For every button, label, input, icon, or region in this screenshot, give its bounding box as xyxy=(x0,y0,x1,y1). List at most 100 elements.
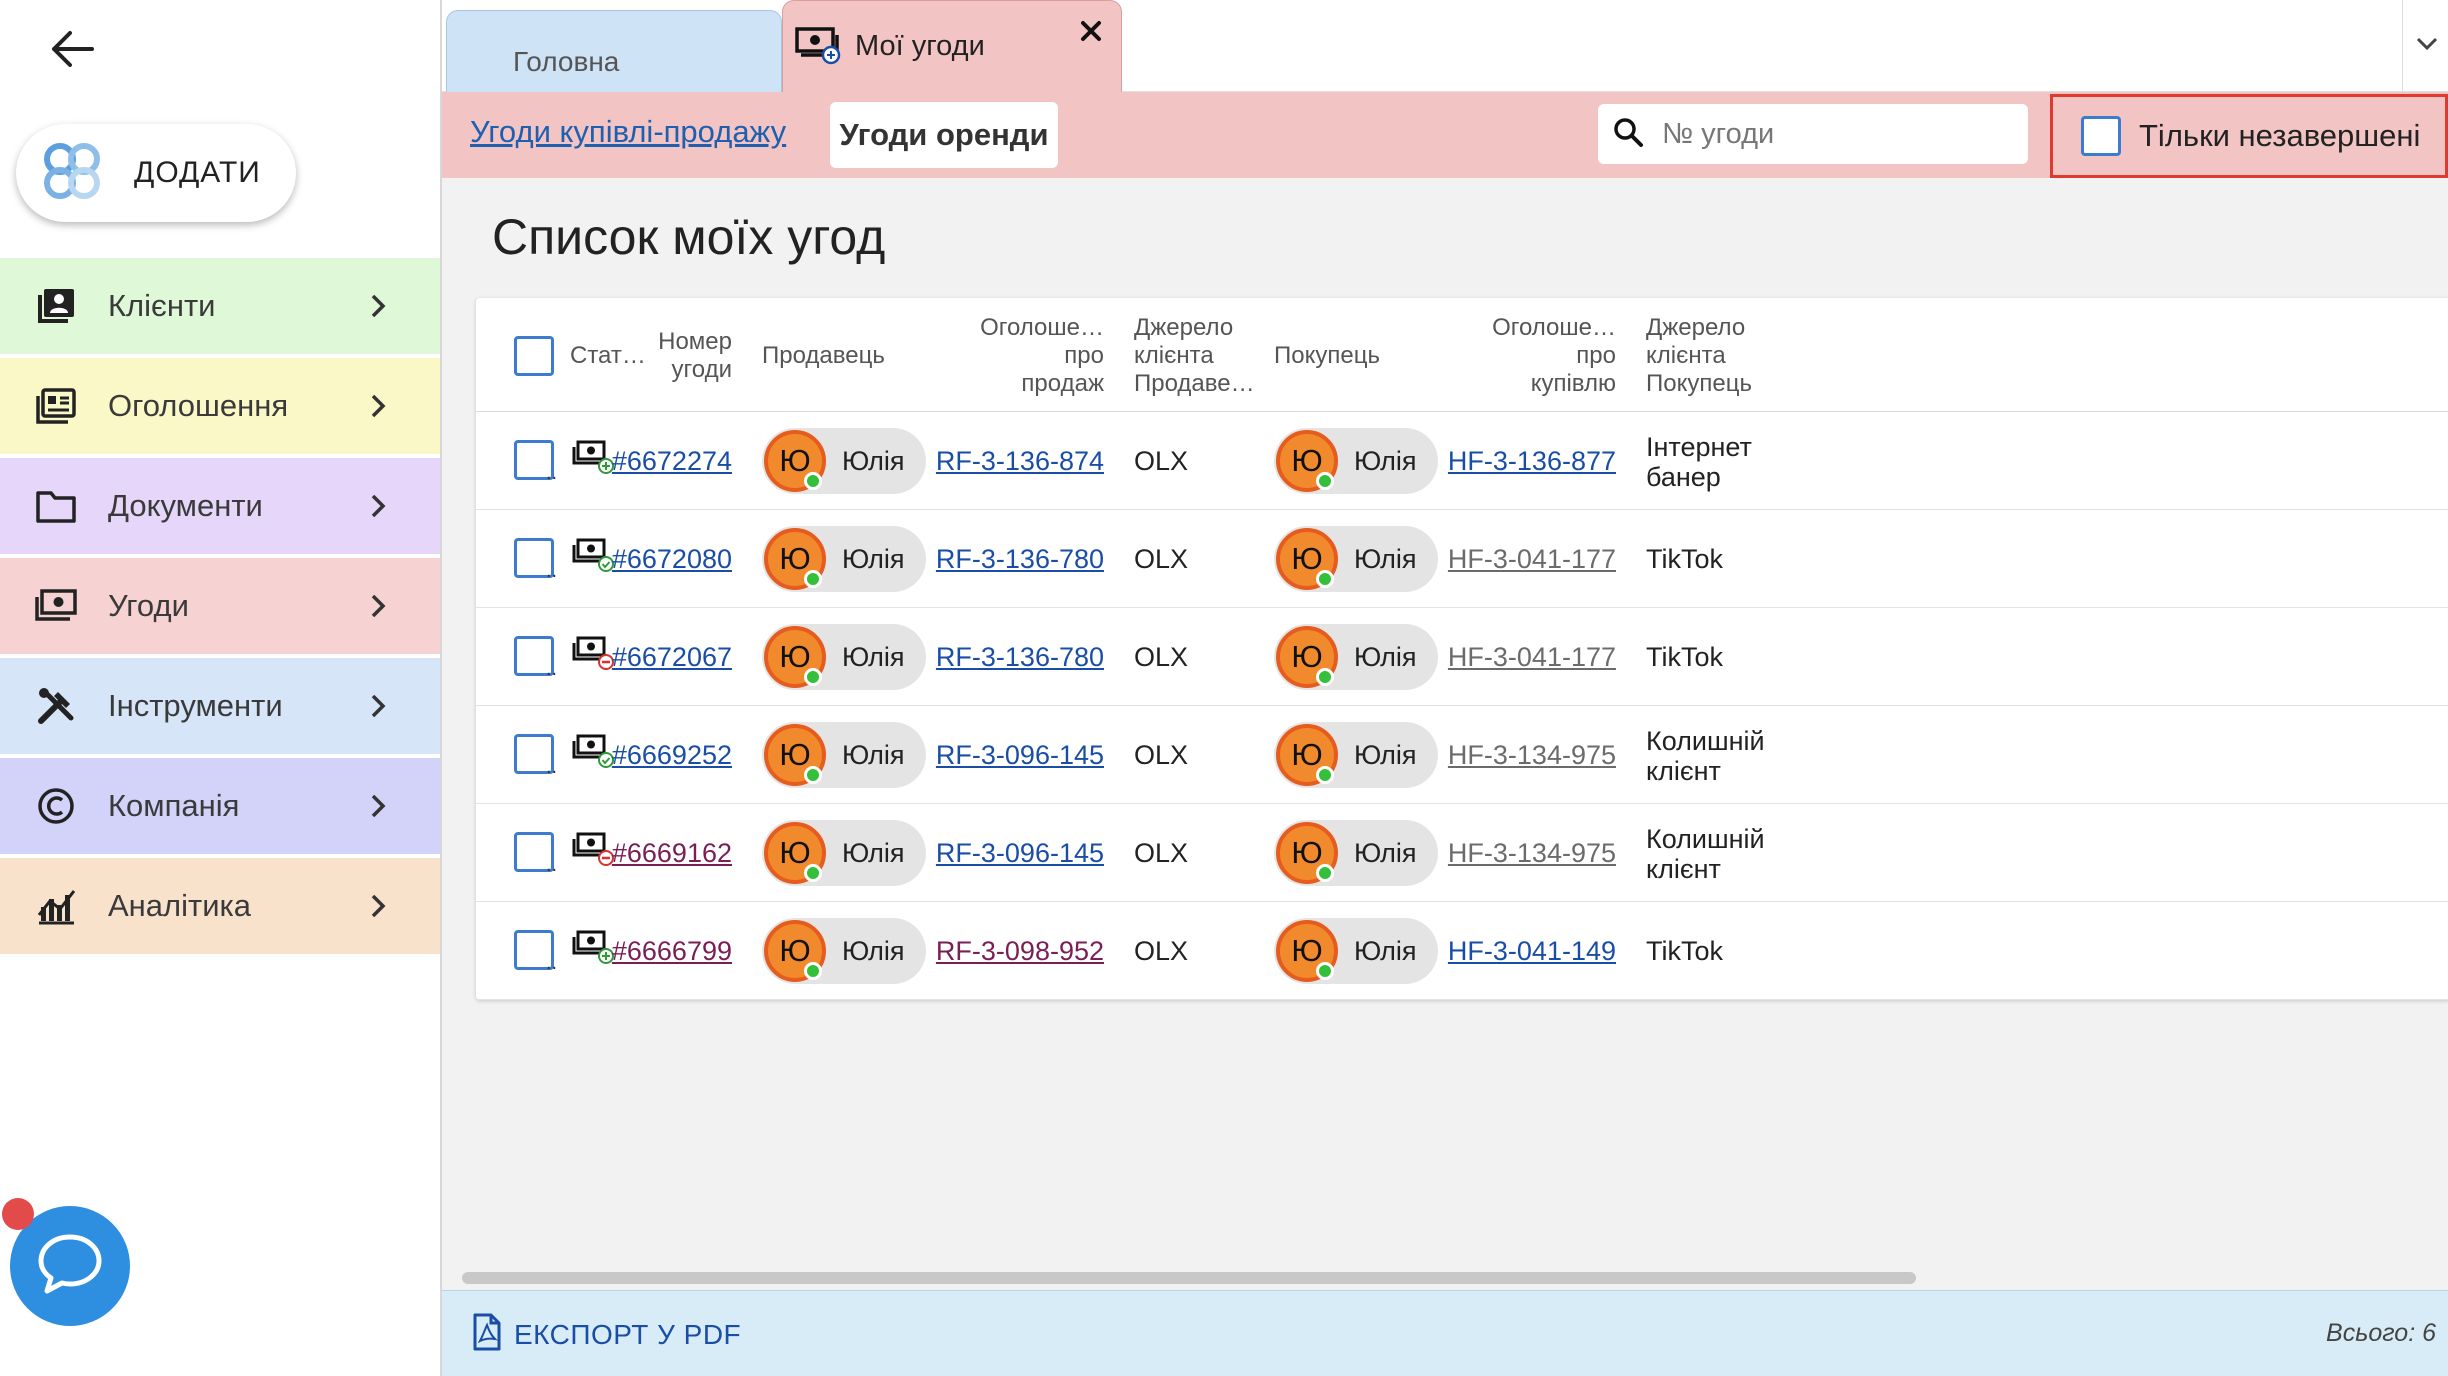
buy-ad-link[interactable]: HF-3-136-877 xyxy=(1448,446,1616,477)
buy-ad-link[interactable]: HF-3-041-177 xyxy=(1448,642,1616,673)
buy-ad-link[interactable]: HF-3-134-975 xyxy=(1448,740,1616,771)
deals-subnav: Угоди купівлі-продажу Угоди оренди Тільк… xyxy=(442,92,2448,178)
deal-number-link[interactable]: #6666799 xyxy=(612,936,732,967)
row-more-dots[interactable]: .. xyxy=(546,560,557,583)
table-row[interactable]: .. #6672080 Ю Юлія RF-3-136-780 OLX Ю Юлія HF-3-… xyxy=(476,510,2448,608)
deal-number-link[interactable]: #6672274 xyxy=(612,446,732,477)
search-icon[interactable] xyxy=(1612,116,1644,153)
seller-chip[interactable]: Ю Юлія xyxy=(762,428,926,494)
buyer-name: Юлія xyxy=(1354,446,1417,476)
deal-number-input[interactable] xyxy=(1660,116,1980,152)
seller-chip[interactable]: Ю Юлія xyxy=(762,722,926,788)
sales-deals-link[interactable]: Угоди купівлі-продажу xyxy=(470,114,786,150)
col-buy-ad[interactable]: Оголоше… про купівлю xyxy=(1466,314,1616,398)
add-button-label: ДОДАТИ xyxy=(134,156,261,189)
close-icon[interactable] xyxy=(1075,15,1107,47)
buyer-chip[interactable]: Ю Юлія xyxy=(1274,820,1438,886)
deal-status-cancelled-icon xyxy=(572,634,616,674)
sidebar-item-6[interactable]: Аналітика xyxy=(0,858,440,954)
tab-home[interactable]: Головна xyxy=(446,10,782,92)
row-more-dots[interactable]: .. xyxy=(546,658,557,681)
col-buy-ad-line: Оголоше… xyxy=(1492,314,1616,341)
tab-my-deals[interactable]: Мої угоди xyxy=(782,0,1122,92)
select-all-checkbox[interactable] xyxy=(514,336,554,376)
sidebar-nav: Клієнти Оголошення Документи Угоди Інструмен… xyxy=(0,258,440,958)
buyer-name: Юлія xyxy=(1354,544,1417,574)
buy-ad-link[interactable]: HF-3-134-975 xyxy=(1448,838,1616,869)
table-footer: ЕКСПОРТ У PDF Всього: 6 xyxy=(442,1290,2448,1376)
seller-chip[interactable]: Ю Юлія xyxy=(762,820,926,886)
col-number[interactable]: Номер угоди xyxy=(626,328,732,384)
unfinished-only-checkbox[interactable] xyxy=(2081,116,2121,156)
table-row[interactable]: .. #6672274 Ю Юлія RF-3-136-874 OLX Ю Юлія HF-3-… xyxy=(476,412,2448,510)
buy-ad-link[interactable]: HF-3-041-177 xyxy=(1448,544,1616,575)
col-sale-ad[interactable]: Оголоше… про продаж xyxy=(956,314,1104,398)
col-buy-ad-line: про xyxy=(1576,342,1616,369)
sale-ad-link[interactable]: RF-3-096-145 xyxy=(936,838,1104,869)
col-number-line: угоди xyxy=(671,356,732,383)
table-row[interactable]: .. #6669252 Ю Юлія RF-3-096-145 OLX Ю Юлія HF-3-… xyxy=(476,706,2448,804)
sidebar-item-label: Аналітика xyxy=(108,888,252,923)
rent-deals-tab[interactable]: Угоди оренди xyxy=(830,102,1058,168)
deal-number-link[interactable]: #6669252 xyxy=(612,740,732,771)
sidebar-item-label: Інструменти xyxy=(108,688,283,723)
buyer-chip[interactable]: Ю Юлія xyxy=(1274,918,1438,984)
seller-chip[interactable]: Ю Юлія xyxy=(762,624,926,690)
deal-status-new-icon xyxy=(572,438,616,478)
chevron-down-icon xyxy=(2415,36,2439,57)
buy-ad-link[interactable]: HF-3-041-149 xyxy=(1448,936,1616,967)
sidebar-item-3[interactable]: Угоди xyxy=(0,558,440,654)
deal-status-cancelled-icon xyxy=(572,830,616,870)
col-seller-source[interactable]: Джерело клієнта Продаве… xyxy=(1134,314,1255,398)
chevron-right-icon xyxy=(360,388,396,424)
row-more-dots[interactable]: .. xyxy=(546,854,557,877)
sidebar-item-5[interactable]: Компанія xyxy=(0,758,440,854)
sidebar-item-0[interactable]: Клієнти xyxy=(0,258,440,354)
buyer-chip[interactable]: Ю Юлія xyxy=(1274,624,1438,690)
buyer-chip[interactable]: Ю Юлія xyxy=(1274,428,1438,494)
horizontal-scrollbar[interactable] xyxy=(462,1272,1916,1284)
buyer-chip[interactable]: Ю Юлія xyxy=(1274,722,1438,788)
deal-number-link[interactable]: #6672067 xyxy=(612,642,732,673)
deal-search xyxy=(1598,104,2028,164)
col-buyer-source[interactable]: Джерело клієнта Покупець xyxy=(1646,314,1752,398)
sidebar-item-4[interactable]: Інструменти xyxy=(0,658,440,754)
export-pdf-button[interactable]: ЕКСПОРТ У PDF xyxy=(472,1313,741,1356)
unfinished-only-filter[interactable]: Тільки незавершені xyxy=(2050,94,2448,178)
table-row[interactable]: .. #6669162 Ю Юлія RF-3-096-145 OLX Ю Юлія HF-3-… xyxy=(476,804,2448,902)
buyer-chip[interactable]: Ю Юлія xyxy=(1274,526,1438,592)
row-more-dots[interactable]: .. xyxy=(546,462,557,485)
table-row[interactable]: .. #6672067 Ю Юлія RF-3-136-780 OLX Ю Юлія HF-3-… xyxy=(476,608,2448,706)
sale-ad-link[interactable]: RF-3-136-874 xyxy=(936,446,1104,477)
table-header: Стат… Номер угоди Продавець Оголоше… про… xyxy=(476,298,2448,412)
seller-chip[interactable]: Ю Юлія xyxy=(762,526,926,592)
add-button[interactable]: ДОДАТИ xyxy=(16,124,296,222)
buyer-source: Колишній клієнт xyxy=(1646,824,1765,884)
sale-ad-link[interactable]: RF-3-136-780 xyxy=(936,642,1104,673)
buyer-source-line: клієнт xyxy=(1646,854,1721,884)
tabs-dropdown-button[interactable] xyxy=(2402,0,2448,92)
back-arrow-icon[interactable] xyxy=(40,18,102,80)
sidebar-item-2[interactable]: Документи xyxy=(0,458,440,554)
sidebar-item-1[interactable]: Оголошення xyxy=(0,358,440,454)
deal-number-link[interactable]: #6672080 xyxy=(612,544,732,575)
buyer-source: Інтернет банер xyxy=(1646,432,1752,492)
seller-source: OLX xyxy=(1134,544,1189,574)
col-buyer[interactable]: Покупець xyxy=(1274,342,1380,370)
seller-name: Юлія xyxy=(842,936,905,966)
analytics-icon xyxy=(34,884,78,928)
col-seller[interactable]: Продавець xyxy=(762,342,885,370)
deal-number-link[interactable]: #6669162 xyxy=(612,838,732,869)
deal-status-done-icon xyxy=(572,536,616,576)
table-row[interactable]: .. #6666799 Ю Юлія RF-3-098-952 OLX Ю Юлія HF-3-… xyxy=(476,902,2448,1000)
row-more-dots[interactable]: .. xyxy=(546,756,557,779)
seller-chip[interactable]: Ю Юлія xyxy=(762,918,926,984)
copyright-icon xyxy=(34,784,78,828)
col-seller-source-line: клієнта xyxy=(1134,342,1214,369)
col-buyer-source-line: Покупець xyxy=(1646,370,1752,397)
total-count: Всього: 6 xyxy=(2326,1319,2436,1347)
row-more-dots[interactable]: .. xyxy=(546,952,557,975)
sale-ad-link[interactable]: RF-3-096-145 xyxy=(936,740,1104,771)
sale-ad-link[interactable]: RF-3-098-952 xyxy=(936,936,1104,967)
sale-ad-link[interactable]: RF-3-136-780 xyxy=(936,544,1104,575)
